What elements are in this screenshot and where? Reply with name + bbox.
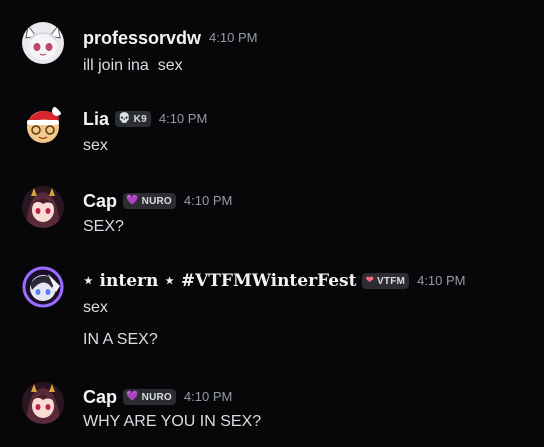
- message-text: SEX?: [83, 218, 124, 235]
- message-text: sex: [83, 137, 108, 154]
- purple-glow-avatar-icon: [22, 266, 64, 308]
- anime-girl-avatar-icon: [22, 382, 64, 424]
- username[interactable]: Cap: [83, 190, 117, 212]
- santa-hat-avatar-icon: [22, 103, 64, 145]
- message-text: IN A SEX?: [83, 331, 158, 348]
- username[interactable]: professorvdw: [83, 27, 201, 49]
- timestamp[interactable]: 4:10 PM: [417, 273, 465, 289]
- message-header: Lia 💀 K9 4:10 PM: [83, 108, 207, 130]
- white-cat-girl-avatar-icon: [22, 22, 64, 64]
- heart-icon: ❤: [365, 275, 375, 286]
- server-tag[interactable]: ❤ VTFM: [362, 273, 410, 289]
- message-text: ill join ina sex: [83, 57, 183, 74]
- skull-icon: 💀: [118, 113, 131, 124]
- server-tag[interactable]: 💜 NURO: [123, 193, 176, 209]
- tag-label: VTFM: [377, 275, 406, 287]
- avatar[interactable]: [22, 382, 64, 424]
- avatar[interactable]: [22, 22, 64, 64]
- heart-icon: 💜: [126, 391, 139, 402]
- message-header: Cap 💜 NURO 4:10 PM: [83, 190, 232, 212]
- server-tag[interactable]: 💜 NURO: [123, 389, 176, 405]
- avatar[interactable]: [22, 266, 64, 308]
- tag-label: NURO: [141, 195, 172, 207]
- avatar[interactable]: [22, 186, 64, 228]
- tag-label: K9: [133, 113, 147, 125]
- anime-girl-avatar-icon: [22, 186, 64, 228]
- tag-label: NURO: [141, 391, 172, 403]
- avatar[interactable]: [22, 103, 64, 145]
- username[interactable]: Lia: [83, 108, 109, 130]
- heart-icon: 💜: [126, 195, 139, 206]
- message-header: Cap 💜 NURO 4:10 PM: [83, 386, 232, 408]
- username[interactable]: ⋆ 𝐢𝐧𝐭𝐞𝐫𝐧 ⋆ #VTFMWinterFest: [83, 270, 356, 292]
- message-header: professorvdw 4:10 PM: [83, 27, 257, 49]
- message-header: ⋆ 𝐢𝐧𝐭𝐞𝐫𝐧 ⋆ #VTFMWinterFest ❤ VTFM 4:10 P…: [83, 270, 465, 292]
- timestamp[interactable]: 4:10 PM: [184, 389, 232, 405]
- timestamp[interactable]: 4:10 PM: [184, 193, 232, 209]
- server-tag[interactable]: 💀 K9: [115, 111, 151, 127]
- timestamp[interactable]: 4:10 PM: [209, 30, 257, 46]
- timestamp[interactable]: 4:10 PM: [159, 111, 207, 127]
- message-text: sex: [83, 299, 108, 316]
- username[interactable]: Cap: [83, 386, 117, 408]
- message-text: WHY ARE YOU IN SEX?: [83, 413, 262, 430]
